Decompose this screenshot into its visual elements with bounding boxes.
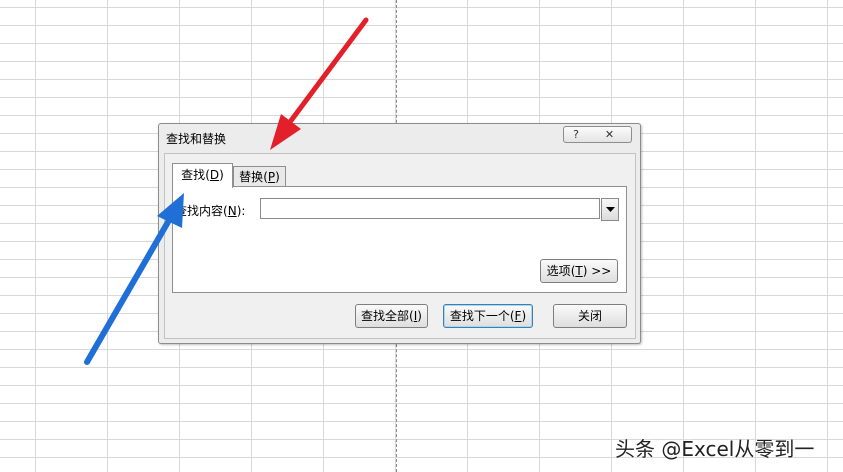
watermark: 头条 @Excel从零到一 xyxy=(615,437,815,461)
tab-replace[interactable]: 替换(P) xyxy=(233,166,286,187)
tab-replace-label: 替换 xyxy=(239,170,264,184)
find-what-accelerator: N xyxy=(227,204,237,218)
help-icon: ? xyxy=(573,128,579,141)
find-what-text: 查找内容 xyxy=(175,204,224,218)
find-all-accelerator: I xyxy=(413,309,418,323)
find-what-input[interactable] xyxy=(260,198,600,219)
find-what-label: 查找内容(N): xyxy=(175,204,246,218)
close-icon: ✕ xyxy=(604,128,615,141)
options-accelerator: T xyxy=(575,264,583,278)
dialog-body: 查找(D) 替换(P) 查找内容(N): 选项(T) >> 查找全部(I) 查找… xyxy=(164,153,636,339)
find-tab-panel: 查找内容(N): 选项(T) >> xyxy=(172,186,627,293)
tab-find-label: 查找 xyxy=(181,168,206,182)
help-button[interactable]: ? xyxy=(563,126,589,143)
find-all-label: 查找全部 xyxy=(361,309,410,323)
title-close-button[interactable]: ✕ xyxy=(588,126,632,143)
find-replace-dialog: 查找和替换 ? ✕ 查找(D) 替换(P) 查找内容(N): 选项(T) >> … xyxy=(158,123,641,344)
find-next-button[interactable]: 查找下一个(F) xyxy=(443,304,533,328)
find-next-accelerator: F xyxy=(514,309,522,323)
find-all-button[interactable]: 查找全部(I) xyxy=(355,304,428,328)
options-expand-icon: >> xyxy=(591,264,612,278)
find-history-dropdown[interactable] xyxy=(601,198,619,221)
tab-find[interactable]: 查找(D) xyxy=(172,163,233,188)
tab-replace-accelerator: P xyxy=(267,170,276,184)
tab-find-accelerator: D xyxy=(209,168,220,182)
dialog-title: 查找和替换 xyxy=(166,132,227,146)
options-label: 选项 xyxy=(546,264,571,278)
options-button[interactable]: 选项(T) >> xyxy=(540,259,618,283)
find-next-label: 查找下一个 xyxy=(449,309,510,323)
close-button[interactable]: 关闭 xyxy=(553,304,627,328)
chevron-down-icon xyxy=(605,206,615,212)
